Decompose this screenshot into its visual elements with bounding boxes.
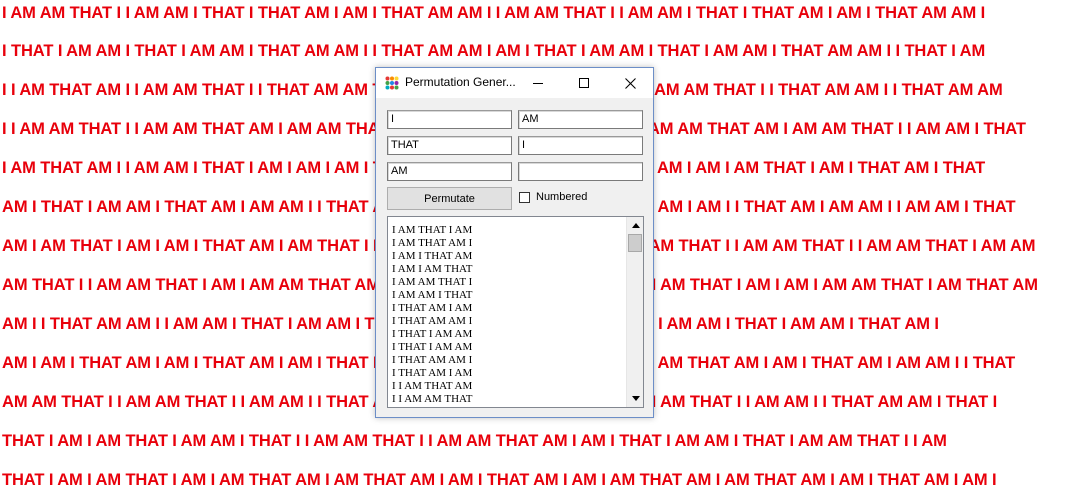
numbered-label: Numbered [536,191,588,203]
list-item[interactable]: I AM I THAT AM [392,250,472,263]
close-button[interactable] [607,68,653,98]
background-line: THAT I AM I AM THAT I AM I AM THAT AM I … [2,471,997,489]
list-item[interactable]: I I AM AM THAT [392,393,472,406]
word-input-3[interactable]: THAT [387,136,512,155]
word-input-2[interactable]: AM [518,110,643,129]
background-line: THAT I AM I AM THAT I AM AM I THAT I I A… [2,432,947,450]
numbered-checkbox[interactable] [519,191,530,203]
list-item[interactable]: I THAT AM AM I [392,315,472,328]
vertical-scrollbar[interactable] [626,217,643,407]
list-item[interactable]: I AM THAT I AM [392,224,472,237]
list-item[interactable]: I THAT AM I AM [392,302,472,315]
permutation-generator-window: Permutation Gener... I AM THAT I AM Perm… [375,67,654,418]
scroll-down-button[interactable] [627,390,643,407]
word-input-1[interactable]: I [387,110,512,129]
word-input-4[interactable]: I [518,136,643,155]
scroll-up-button[interactable] [627,217,643,234]
background-line: I THAT I AM AM I THAT I AM AM I THAT AM … [2,42,986,60]
maximize-icon [579,78,589,88]
minimize-button[interactable] [515,68,561,98]
list-item[interactable]: I THAT AM I AM [392,367,472,380]
scrollbar-thumb[interactable] [628,234,642,252]
arrow-down-icon [631,396,640,401]
word-input-6[interactable] [518,162,643,181]
list-item[interactable]: I THAT I AM AM [392,341,472,354]
numbered-option[interactable]: Numbered [519,191,587,203]
arrow-up-icon [631,223,640,228]
list-item[interactable]: I AM I AM THAT [392,263,472,276]
word-input-5[interactable]: AM [387,162,512,181]
list-item[interactable]: I AM AM THAT I [392,276,472,289]
list-item[interactable]: I I AM THAT AM [392,380,472,393]
title-bar[interactable]: Permutation Gener... [376,68,653,98]
maximize-button[interactable] [561,68,607,98]
list-item[interactable]: I THAT AM AM I [392,354,472,367]
list-item[interactable]: I AM THAT AM I [392,237,472,250]
permutate-button[interactable]: Permutate [387,187,512,210]
results-list: I AM THAT I AM I AM THAT AM I I AM I THA… [392,224,472,406]
list-item[interactable]: I THAT I AM AM [392,328,472,341]
close-icon [624,77,636,89]
background-line: I AM AM THAT I I AM AM I THAT I THAT AM … [2,4,986,22]
list-item[interactable]: I AM AM I THAT [392,289,472,302]
window-title: Permutation Gener... [405,75,516,89]
results-listbox[interactable]: I AM THAT I AM I AM THAT AM I I AM I THA… [387,216,644,408]
minimize-icon [533,83,543,84]
app-grid-icon [385,76,399,90]
